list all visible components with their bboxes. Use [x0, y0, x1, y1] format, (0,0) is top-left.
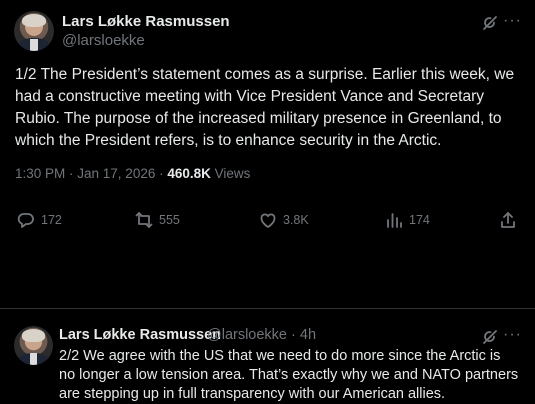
author-name[interactable]: Lars Løkke Rasmussen [59, 327, 221, 343]
avatar[interactable] [14, 11, 54, 51]
repost-button[interactable]: 555 [135, 205, 180, 235]
reply-icon [17, 213, 34, 228]
views-count: 460.8K [167, 166, 211, 181]
share-icon [501, 212, 515, 228]
author-handle[interactable]: @larsloekke · 4h [207, 327, 316, 343]
like-icon [260, 213, 276, 228]
tweet-main: Lars Løkke Rasmussen @larsloekke ··· 1/2… [0, 0, 535, 308]
reply-count: 172 [41, 213, 62, 227]
tweet-time[interactable]: 1:30 PM · Jan 17, 2026 · [15, 166, 167, 181]
views-label: Views [210, 166, 251, 181]
repost-count: 555 [159, 213, 180, 227]
avatar[interactable] [14, 326, 53, 365]
grok-icon[interactable] [481, 14, 499, 37]
bookmark-count: 174 [409, 213, 430, 227]
reply-button[interactable]: 172 [17, 205, 62, 235]
like-count: 3.8K [283, 213, 309, 227]
bookmark-button[interactable]: 174 [385, 205, 430, 235]
more-icon[interactable]: ··· [503, 12, 522, 30]
author-name[interactable]: Lars Løkke Rasmussen [62, 13, 230, 30]
action-bar: 172 555 3.8K 174 [15, 205, 520, 235]
tweet-reply[interactable]: Lars Løkke Rasmussen @larsloekke · 4h ··… [0, 309, 535, 404]
repost-icon [135, 212, 153, 228]
views-icon [387, 213, 402, 228]
tweet-meta: 1:30 PM · Jan 17, 2026 · 460.8K Views [15, 166, 250, 181]
tweet-text: 1/2 The President’s statement comes as a… [15, 66, 515, 149]
author-handle[interactable]: @larsloekke [62, 32, 145, 49]
share-button[interactable] [499, 205, 517, 235]
more-icon[interactable]: ··· [503, 326, 522, 344]
like-button[interactable]: 3.8K [259, 205, 309, 235]
tweet-text: 2/2 We agree with the US that we need to… [59, 348, 519, 402]
